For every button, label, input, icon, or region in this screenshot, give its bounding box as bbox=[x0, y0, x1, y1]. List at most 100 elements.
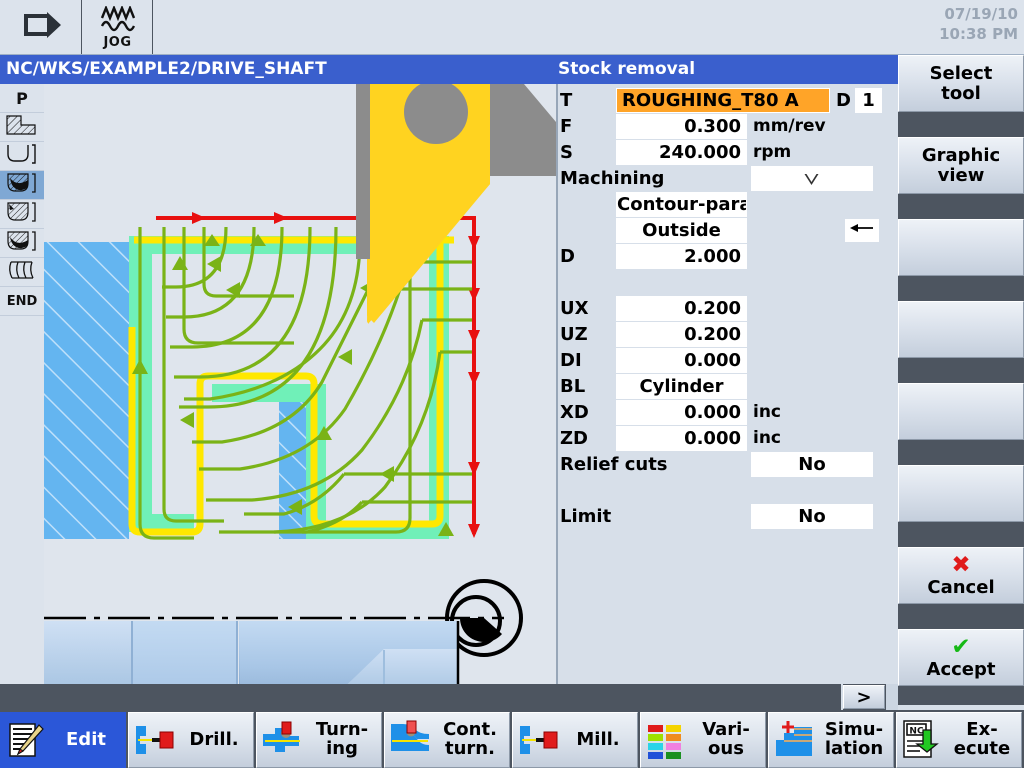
feed-field[interactable]: 0.300 bbox=[616, 114, 747, 139]
status-bar: JOG 07/19/10 10:38 PM bbox=[0, 0, 1024, 55]
strategy-field[interactable]: Contour-parall bbox=[616, 192, 747, 217]
sidebar-item-program-end[interactable]: END bbox=[0, 287, 44, 316]
tool-name-field[interactable]: ROUGHING_T80 A bbox=[616, 88, 830, 113]
zd-label: ZD bbox=[560, 428, 588, 449]
hkey-various-label: Vari- ous bbox=[702, 719, 750, 759]
relief-cuts-label: Relief cuts bbox=[560, 454, 668, 475]
hkey-drilling-label: Drill. bbox=[189, 728, 239, 750]
milling-tool-icon bbox=[515, 716, 561, 764]
sidebar-item-contour-pocket[interactable] bbox=[0, 142, 44, 171]
xd-unit: inc bbox=[753, 402, 782, 422]
form-row-speed: S 240.000 rpm bbox=[558, 140, 898, 166]
xd-field[interactable]: 0.000 bbox=[616, 400, 747, 425]
uz-label: UZ bbox=[560, 324, 588, 345]
sidebar-item-finishing[interactable] bbox=[0, 229, 44, 258]
contour-pocket-icon bbox=[5, 143, 39, 170]
hkey-edit-label: Edit bbox=[66, 728, 106, 750]
limit-label: Limit bbox=[560, 506, 612, 527]
speed-field[interactable]: 240.000 bbox=[616, 140, 747, 165]
finishing-icon bbox=[5, 230, 39, 257]
hkey-simulation[interactable]: Simu- lation bbox=[768, 712, 894, 768]
softkey-empty-3[interactable] bbox=[898, 219, 1024, 276]
relief-cuts-select[interactable]: No bbox=[751, 452, 873, 477]
depth-label: D bbox=[560, 246, 575, 267]
channel-mode-cell[interactable] bbox=[0, 0, 82, 54]
strip-separator-right bbox=[886, 684, 898, 710]
program-step-icon-column: P END bbox=[0, 84, 44, 684]
softkey-graphic-view[interactable]: Graphic view bbox=[898, 137, 1024, 194]
turning-tool-icon bbox=[259, 716, 305, 764]
hkey-various[interactable]: Vari- ous bbox=[640, 712, 766, 768]
back-toggle-button[interactable] bbox=[845, 219, 879, 242]
machining-select[interactable] bbox=[751, 166, 873, 191]
svg-text:NC: NC bbox=[909, 727, 924, 737]
hkey-execute[interactable]: NC Ex- ecute bbox=[896, 712, 1022, 768]
bl-label: BL bbox=[560, 376, 586, 397]
feed-unit: mm/rev bbox=[753, 116, 826, 136]
title-bar: NC/WKS/EXAMPLE2/DRIVE_SHAFT Stock remova… bbox=[0, 55, 898, 84]
sidebar-item-program-start[interactable]: P bbox=[0, 84, 44, 113]
vertical-softkey-bar: Select tool Graphic view ✖ Cancel ✔ Acce… bbox=[898, 55, 1024, 705]
program-path: NC/WKS/EXAMPLE2/DRIVE_SHAFT bbox=[6, 59, 327, 79]
xd-label: XD bbox=[560, 402, 589, 423]
edit-notepad-pencil-icon bbox=[3, 716, 49, 764]
sidebar-item-thread[interactable] bbox=[0, 258, 44, 287]
limit-select[interactable]: No bbox=[751, 504, 873, 529]
uz-field[interactable]: 0.200 bbox=[616, 322, 747, 347]
hkey-milling[interactable]: Mill. bbox=[512, 712, 638, 768]
sidebar-item-contour-step[interactable] bbox=[0, 113, 44, 142]
tool-d-field[interactable]: 1 bbox=[855, 88, 882, 113]
bl-field[interactable]: Cylinder bbox=[616, 374, 747, 399]
softkey-graphic-view-label: Graphic view bbox=[921, 144, 1001, 186]
form-row-strategy: Contour-parall bbox=[558, 192, 898, 218]
zd-field[interactable]: 0.000 bbox=[616, 426, 747, 451]
form-row-zd: ZD 0.000 inc bbox=[558, 426, 898, 452]
next-page-button[interactable]: > bbox=[843, 685, 885, 709]
form-row-xd: XD 0.000 inc bbox=[558, 400, 898, 426]
horizontal-scroll-strip: > bbox=[0, 684, 898, 710]
di-field[interactable]: 0.000 bbox=[616, 348, 747, 373]
form-row-feed: F 0.300 mm/rev bbox=[558, 114, 898, 140]
form-row-relief-cuts: Relief cuts No bbox=[558, 452, 898, 478]
drilling-tool-icon bbox=[131, 716, 177, 764]
sidebar-item-residual-cut[interactable] bbox=[0, 200, 44, 229]
depth-field[interactable]: 2.000 bbox=[616, 244, 747, 269]
softkey-empty-5[interactable] bbox=[898, 383, 1024, 440]
jog-mode-cell[interactable]: JOG bbox=[83, 0, 153, 54]
tool-d-label: D bbox=[836, 90, 851, 111]
side-field[interactable]: Outside bbox=[616, 218, 747, 243]
speed-label: S bbox=[560, 142, 573, 163]
form-row-side: Outside bbox=[558, 218, 898, 244]
time-text: 10:38 PM bbox=[939, 25, 1018, 44]
form-row-tool: T ROUGHING_T80 A D 1 bbox=[558, 88, 898, 114]
softkey-cancel-label: Cancel bbox=[927, 576, 995, 598]
hkey-milling-label: Mill. bbox=[576, 728, 620, 750]
hkey-contour-turning[interactable]: Cont. turn. bbox=[384, 712, 510, 768]
hkey-edit[interactable]: Edit bbox=[0, 712, 126, 768]
left-arrow-icon bbox=[849, 221, 875, 240]
softkey-accept[interactable]: ✔ Accept bbox=[898, 629, 1024, 686]
hkey-simulation-label: Simu- lation bbox=[824, 719, 884, 759]
form-row-ux: UX 0.200 bbox=[558, 296, 898, 322]
ux-field[interactable]: 0.200 bbox=[616, 296, 747, 321]
form-row-depth: D 2.000 bbox=[558, 244, 898, 270]
softkey-select-tool[interactable]: Select tool bbox=[898, 55, 1024, 112]
jog-label: JOG bbox=[103, 34, 132, 50]
machining-label: Machining bbox=[560, 168, 665, 189]
hkey-drilling[interactable]: Drill. bbox=[128, 712, 254, 768]
softkey-cancel[interactable]: ✖ Cancel bbox=[898, 547, 1024, 604]
simulation-steps-icon bbox=[771, 716, 817, 764]
ux-label: UX bbox=[560, 298, 589, 319]
hkey-turning[interactable]: Turn- ing bbox=[256, 712, 382, 768]
softkey-accept-label: Accept bbox=[926, 658, 996, 680]
sidebar-item-stock-removal[interactable] bbox=[0, 171, 44, 200]
various-blocks-icon bbox=[643, 716, 689, 764]
softkey-empty-4[interactable] bbox=[898, 301, 1024, 358]
softkey-select-tool-label: Select tool bbox=[929, 62, 993, 104]
form-row-bl: BL Cylinder bbox=[558, 374, 898, 400]
close-x-icon: ✖ bbox=[951, 551, 971, 578]
feed-label: F bbox=[560, 116, 573, 137]
mirrored-part-shaded bbox=[44, 621, 458, 684]
stock-removal-simulation-view[interactable] bbox=[44, 84, 556, 684]
softkey-empty-6[interactable] bbox=[898, 465, 1024, 522]
